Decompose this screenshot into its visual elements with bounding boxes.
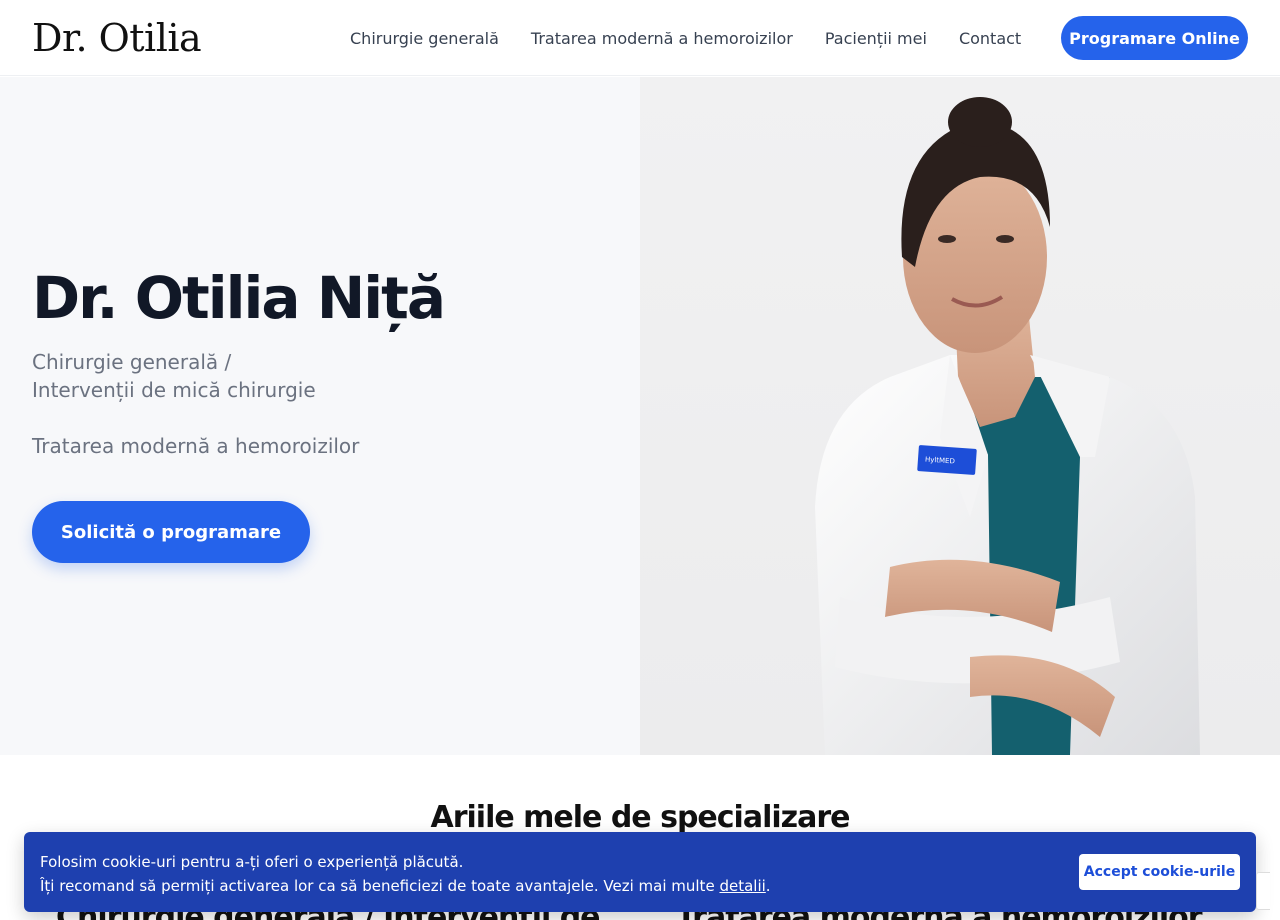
cookie-line2: Îți recomand să permiți activarea lor ca…: [40, 874, 771, 898]
site-header: Dr. Otilia Chirurgie generală Tratarea m…: [0, 0, 1280, 76]
nav-link-pacienti[interactable]: Pacienții mei: [825, 29, 927, 48]
hero-subtitle: Chirurgie generală / Intervenții de mică…: [32, 348, 316, 404]
cookie-message: Folosim cookie-uri pentru a-ți oferi o e…: [40, 850, 771, 898]
cookie-line2-text: Îți recomand să permiți activarea lor ca…: [40, 877, 720, 895]
cookie-details-link[interactable]: detalii: [719, 877, 765, 895]
hero-subtitle-secondary: Tratarea modernă a hemoroizilor: [32, 434, 360, 458]
site-logo[interactable]: Dr. Otilia: [32, 14, 202, 62]
request-appointment-button[interactable]: Solicită o programare: [32, 501, 310, 563]
doctor-illustration: HyltMED: [815, 97, 1200, 755]
accept-cookies-button[interactable]: Accept cookie-urile: [1079, 854, 1240, 890]
cookie-banner: Folosim cookie-uri pentru a-ți oferi o e…: [24, 832, 1256, 912]
hero-subtitle-line2: Intervenții de mică chirurgie: [32, 378, 316, 402]
nav-link-chirurgie[interactable]: Chirurgie generală: [350, 29, 499, 48]
hero-title: Dr. Otilia Niță: [32, 264, 446, 332]
nav-link-contact[interactable]: Contact: [959, 29, 1021, 48]
specialization-title: Ariile mele de specializare: [430, 800, 850, 835]
hero-subtitle-line1: Chirurgie generală /: [32, 350, 232, 374]
cookie-line1: Folosim cookie-uri pentru a-ți oferi o e…: [40, 853, 464, 871]
main-nav: Chirurgie generală Tratarea modernă a he…: [350, 0, 1021, 76]
doctor-photo: HyltMED: [640, 77, 1280, 755]
cookie-line2-end: .: [765, 877, 771, 895]
hero-section: [0, 77, 640, 755]
side-widget-tab[interactable]: [1256, 872, 1270, 910]
nav-link-hemoroizi[interactable]: Tratarea modernă a hemoroizilor: [531, 29, 793, 48]
online-booking-button[interactable]: Programare Online: [1061, 16, 1248, 60]
